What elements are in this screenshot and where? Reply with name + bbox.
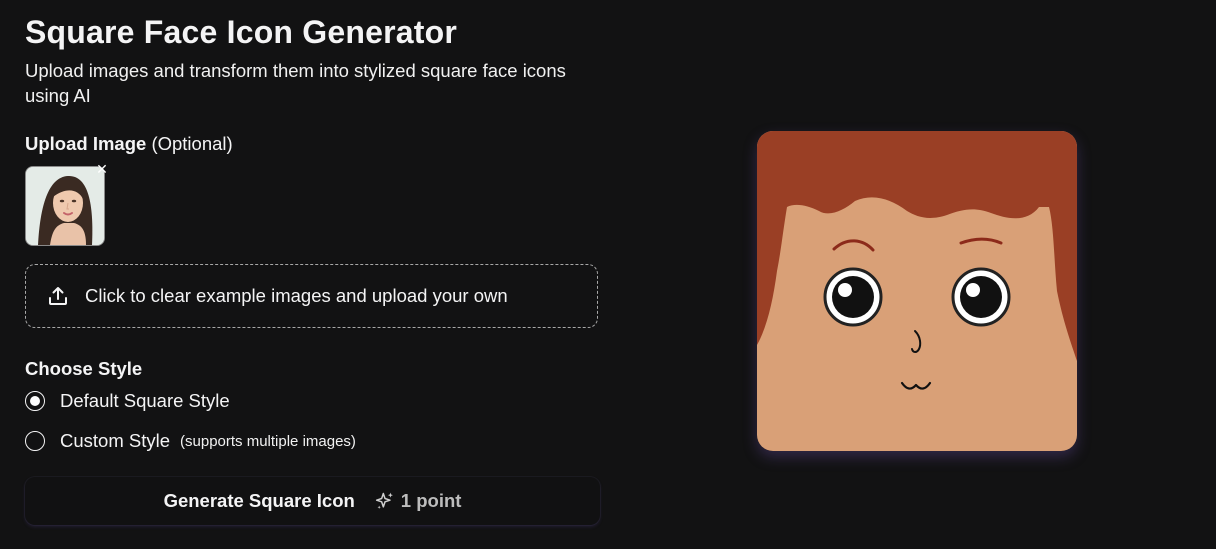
upload-label: Upload Image (Optional) xyxy=(25,133,233,155)
page-title: Square Face Icon Generator xyxy=(25,14,458,50)
radio-default-style[interactable] xyxy=(25,391,45,411)
upload-label-bold: Upload Image xyxy=(25,133,147,154)
style-option-custom[interactable]: Custom Style (supports multiple images) xyxy=(25,430,356,452)
cost-text: 1 point xyxy=(400,490,462,511)
upload-icon xyxy=(49,287,67,305)
choose-style-heading: Choose Style xyxy=(25,358,143,379)
style-option-label: Default Square Style xyxy=(60,390,230,411)
square-face-icon xyxy=(757,131,1077,451)
cost-badge: 1 point xyxy=(375,490,462,512)
uploaded-image-thumbnail[interactable]: ✕ xyxy=(25,162,108,246)
close-icon[interactable]: ✕ xyxy=(95,162,109,176)
upload-dropzone[interactable]: Click to clear example images and upload… xyxy=(25,264,598,328)
style-option-note: (supports multiple images) xyxy=(180,432,356,450)
style-option-default[interactable]: Default Square Style xyxy=(25,390,230,412)
portrait-photo xyxy=(25,166,105,246)
page-subtitle: Upload images and transform them into st… xyxy=(25,60,566,106)
sparkle-icon xyxy=(375,492,393,509)
generate-button-label: Generate Square Icon xyxy=(163,490,355,511)
upload-label-optional: (Optional) xyxy=(151,133,233,154)
style-option-label: Custom Style xyxy=(60,430,171,451)
generate-button[interactable]: Generate Square Icon 1 point xyxy=(25,477,600,525)
radio-custom-style[interactable] xyxy=(25,431,45,451)
square-face-preview xyxy=(757,131,1077,451)
dropzone-text: Click to clear example images and upload… xyxy=(85,285,508,306)
portrait-image xyxy=(26,167,104,245)
